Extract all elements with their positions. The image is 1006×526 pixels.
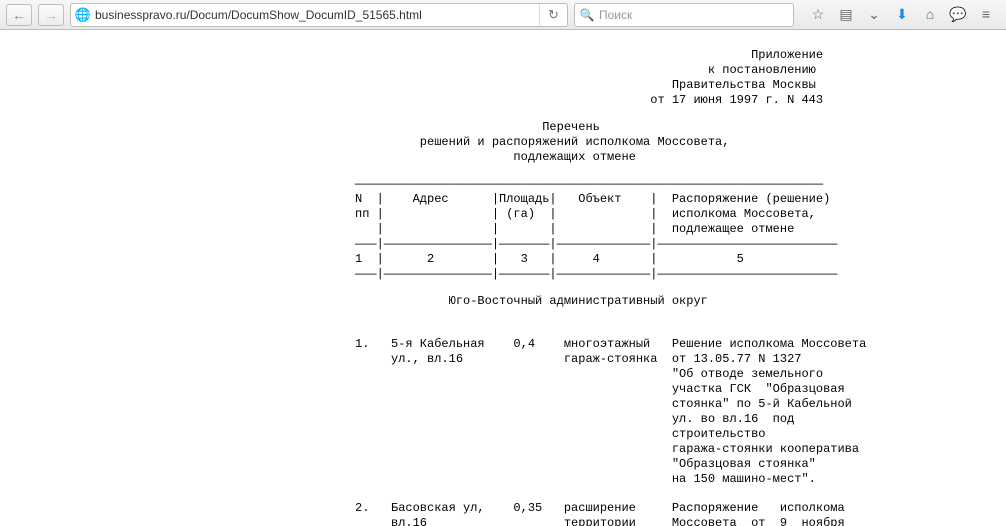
reader-icon[interactable]: ▤	[836, 6, 856, 23]
reload-button[interactable]: ↻	[539, 4, 567, 26]
search-icon: 🔍	[575, 8, 599, 22]
search-placeholder: Поиск	[599, 8, 632, 22]
download-icon[interactable]: ⬇	[892, 6, 912, 23]
doc-row-2: 2. Басовская ул, 0,35 расширение Распоря…	[355, 501, 855, 526]
address-bar[interactable]: 🌐 businesspravo.ru/Docum/DocumShow_Docum…	[70, 3, 568, 27]
doc-section-title: Юго-Восточный административный округ	[355, 294, 855, 309]
reload-icon: ↻	[548, 7, 559, 23]
star-icon[interactable]: ☆	[808, 6, 828, 23]
arrow-right-icon: →	[44, 7, 58, 23]
toolbar-icons: ☆ ▤ ⌄ ⬇ ⌂ 💬 ≡	[800, 6, 1000, 23]
browser-toolbar: ← → 🌐 businesspravo.ru/Docum/DocumShow_D…	[0, 0, 1006, 30]
content-viewport[interactable]: Приложение к постановлению Правительства…	[0, 30, 1006, 526]
globe-icon: 🌐	[71, 7, 95, 23]
doc-table-header: ————————————————————————————————————————…	[355, 177, 855, 282]
forward-button[interactable]: →	[38, 4, 64, 26]
menu-icon[interactable]: ≡	[976, 6, 996, 23]
search-box[interactable]: 🔍 Поиск	[574, 3, 794, 27]
document: Приложение к постановлению Правительства…	[355, 30, 875, 526]
doc-title: Перечень решений и распоряжений исполком…	[355, 120, 855, 165]
arrow-left-icon: ←	[12, 7, 26, 23]
url-text: businesspravo.ru/Docum/DocumShow_DocumID…	[95, 8, 539, 22]
chat-icon[interactable]: 💬	[948, 6, 968, 23]
pocket-icon[interactable]: ⌄	[864, 6, 884, 23]
back-button[interactable]: ←	[6, 4, 32, 26]
doc-header-right: Приложение к постановлению Правительства…	[355, 48, 855, 108]
doc-row-1: 1. 5-я Кабельная 0,4 многоэтажный Решени…	[355, 337, 855, 487]
home-icon[interactable]: ⌂	[920, 6, 940, 23]
